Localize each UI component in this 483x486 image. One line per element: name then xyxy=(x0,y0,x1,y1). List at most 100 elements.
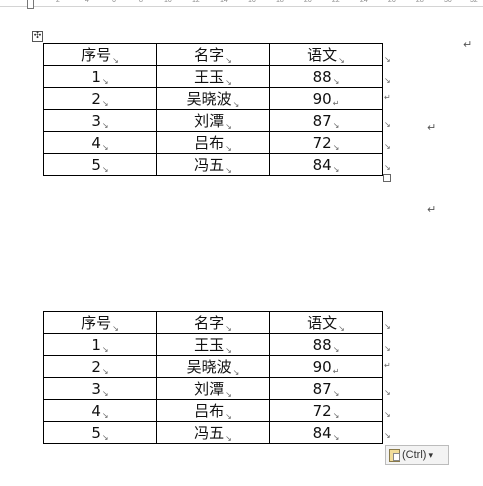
table-cell[interactable]: 王玉↘ xyxy=(156,333,270,356)
table-cell[interactable]: 3↘ xyxy=(43,109,157,132)
table-row: 2↘ 吴晓波↘ 90↵ xyxy=(43,355,383,378)
end-of-cell-mark: ↘ xyxy=(332,142,340,152)
end-of-cell-mark: ↘ xyxy=(101,98,109,108)
cell-number: 5 xyxy=(91,423,101,442)
table-cell[interactable]: 刘潭↘ xyxy=(156,109,270,132)
end-of-cell-mark: ↘ xyxy=(112,56,119,65)
table-cell[interactable]: 序号↘ xyxy=(43,43,157,66)
table-cell[interactable]: 吴晓波↘ xyxy=(156,87,270,110)
table-cell[interactable]: 87↘ xyxy=(269,109,383,132)
table-cell[interactable]: 刘潭↘ xyxy=(156,377,270,400)
table-cell[interactable]: 90↵ xyxy=(269,87,383,110)
end-of-cell-mark: ↘ xyxy=(332,76,340,86)
table-cell[interactable]: 87↘ xyxy=(269,377,383,400)
table-cell[interactable]: 语文↘ xyxy=(269,311,383,334)
table-row: 1↘ 王玉↘ 88↘ xyxy=(43,333,383,356)
table-move-handle-icon[interactable]: ✣ xyxy=(32,31,43,42)
table-cell[interactable]: 88↘ xyxy=(269,65,383,88)
paragraph-mark: ↵ xyxy=(332,98,340,108)
table-cell[interactable]: 90↵ xyxy=(269,355,383,378)
cell-name: 刘潭 xyxy=(194,380,225,398)
cell-score: 72 xyxy=(312,133,332,152)
ruler-number: 20 xyxy=(304,0,312,4)
table-cell[interactable]: 冯五↘ xyxy=(156,421,270,444)
table-cell[interactable]: 84↘ xyxy=(269,421,383,444)
table-cell[interactable]: 序号↘ xyxy=(43,311,157,334)
end-of-row-mark: ↘ xyxy=(384,322,391,331)
end-of-cell-mark: ↘ xyxy=(101,432,109,442)
table-cell[interactable]: 5↘ xyxy=(43,421,157,444)
table-cell[interactable]: 吕布↘ xyxy=(156,399,270,422)
dropdown-arrow-icon: ▾ xyxy=(428,449,433,460)
table-cell[interactable]: 名字↘ xyxy=(156,43,270,66)
end-of-cell-mark: ↘ xyxy=(332,120,340,130)
end-of-cell-mark: ↘ xyxy=(332,410,340,420)
ruler-number: 24 xyxy=(360,0,368,4)
cell-score: 84 xyxy=(312,155,332,174)
ruler-number: 28 xyxy=(416,0,424,4)
end-of-cell-mark: ↘ xyxy=(332,432,340,442)
indent-marker[interactable] xyxy=(27,0,34,9)
end-of-row-mark: ↘ xyxy=(384,410,391,419)
cell-number: 4 xyxy=(91,133,101,152)
ruler-number: 14 xyxy=(220,0,228,4)
cell-name: 吴晓波 xyxy=(186,358,232,376)
end-of-cell-mark: ↘ xyxy=(225,324,232,333)
end-of-cell-mark: ↘ xyxy=(101,366,109,376)
header-chinese: 语文 xyxy=(307,314,338,332)
table-cell[interactable]: 名字↘ xyxy=(156,311,270,334)
header-name: 名字 xyxy=(194,46,225,64)
table-cell[interactable]: 王玉↘ xyxy=(156,65,270,88)
table-cell[interactable]: 4↘ xyxy=(43,131,157,154)
cell-number: 3 xyxy=(91,111,101,130)
table-row: 3↘ 刘潭↘ 87↘ xyxy=(43,109,383,132)
table-cell[interactable]: 语文↘ xyxy=(269,43,383,66)
table-cell[interactable]: 2↘ xyxy=(43,87,157,110)
cell-name: 王玉 xyxy=(194,336,225,354)
clipboard-icon xyxy=(389,448,400,462)
table-cell[interactable]: 冯五↘ xyxy=(156,153,270,176)
table-row: 5↘ 冯五↘ 84↘ xyxy=(43,421,383,444)
cell-name: 吕布 xyxy=(194,402,225,420)
end-of-cell-mark: ↘ xyxy=(101,120,109,130)
table-resize-handle[interactable] xyxy=(383,174,391,182)
end-of-row-mark: ↵ xyxy=(384,361,391,370)
end-of-cell-mark: ↘ xyxy=(101,388,109,398)
header-number: 序号 xyxy=(81,314,112,332)
cell-name: 冯五 xyxy=(194,156,225,174)
table-cell[interactable]: 5↘ xyxy=(43,153,157,176)
table-cell[interactable]: 2↘ xyxy=(43,355,157,378)
table-cell[interactable]: 84↘ xyxy=(269,153,383,176)
cell-name: 刘潭 xyxy=(194,112,225,130)
table-cell[interactable]: 72↘ xyxy=(269,131,383,154)
table-cell[interactable]: 3↘ xyxy=(43,377,157,400)
end-of-row-mark: ↘ xyxy=(384,76,391,85)
cell-score: 87 xyxy=(312,379,332,398)
ruler-number: 10 xyxy=(164,0,172,4)
end-of-row-mark: ↘ xyxy=(384,120,391,129)
cell-score: 88 xyxy=(312,335,332,354)
cell-number: 1 xyxy=(91,335,101,354)
end-of-cell-mark: ↘ xyxy=(232,100,240,109)
table-cell[interactable]: 88↘ xyxy=(269,333,383,356)
table-cell[interactable]: 吴晓波↘ xyxy=(156,355,270,378)
table-cell[interactable]: 1↘ xyxy=(43,65,157,88)
table-cell[interactable]: 吕布↘ xyxy=(156,131,270,154)
table-row: 5↘ 冯五↘ 84↘ xyxy=(43,153,383,176)
cell-name: 冯五 xyxy=(194,424,225,442)
table-header-row: 序号↘ 名字↘ 语文↘ xyxy=(43,43,383,66)
table-cell[interactable]: 72↘ xyxy=(269,399,383,422)
cell-number: 2 xyxy=(91,89,101,108)
end-of-row-mark: ↘ xyxy=(384,388,391,397)
table-cell[interactable]: 1↘ xyxy=(43,333,157,356)
cell-name: 吴晓波 xyxy=(186,90,232,108)
cell-score: 72 xyxy=(312,401,332,420)
table-header-row: 序号↘ 名字↘ 语文↘ xyxy=(43,311,383,334)
paste-options-button[interactable]: (Ctrl) ▾ xyxy=(385,445,449,465)
end-of-cell-mark: ↘ xyxy=(338,56,345,65)
end-of-row-mark: ↘ xyxy=(384,142,391,151)
end-of-row-mark: ↵ xyxy=(384,93,391,102)
ruler-number: 18 xyxy=(276,0,284,4)
end-of-cell-mark: ↘ xyxy=(225,434,232,443)
table-cell[interactable]: 4↘ xyxy=(43,399,157,422)
